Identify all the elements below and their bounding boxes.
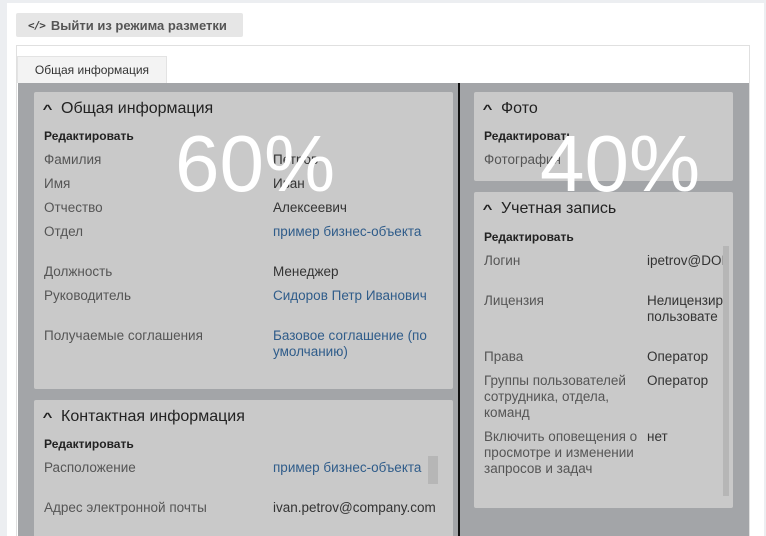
general-info-header[interactable]: ^ Общая информация <box>43 100 214 118</box>
field-label: Включить оповещения о просмотре и измене… <box>484 429 638 476</box>
tab-general-info[interactable]: Общая информация <box>17 56 167 83</box>
photo-edit-link[interactable]: Редактировать <box>484 129 574 143</box>
contact-edit-link[interactable]: Редактировать <box>44 437 134 451</box>
account-header[interactable]: ^ Учетная запись <box>483 200 617 218</box>
photo-card: ^ Фото Редактировать Фотография <box>474 92 733 181</box>
field-label: Руководитель <box>44 288 131 303</box>
chevron-up-icon[interactable]: ^ <box>483 102 493 116</box>
exit-markup-mode-button[interactable]: </> Выйти из режима разметки <box>16 13 243 37</box>
field-label: Фотография <box>484 152 561 167</box>
field-label: Отчество <box>44 200 103 215</box>
field-label: Логин <box>484 253 521 268</box>
field-label: Лицензия <box>484 293 544 308</box>
field-label: Права <box>484 349 524 364</box>
field-label: Фамилия <box>44 152 102 167</box>
exit-markup-mode-label: Выйти из режима разметки <box>50 17 227 33</box>
field-label: Группы пользователей сотрудника, отдела,… <box>484 373 626 420</box>
chevron-up-icon[interactable]: ^ <box>43 410 53 424</box>
general-edit-link[interactable]: Редактировать <box>44 129 134 143</box>
field-label: Отдел <box>44 224 84 239</box>
field-label: Имя <box>44 176 71 191</box>
field-value: Петров <box>273 152 319 167</box>
field-value: ipetrov@DOI <box>647 253 725 268</box>
field-value: Менеджер <box>273 264 339 279</box>
field-value: Нелицензир пользовате <box>647 293 724 324</box>
contact-info-header[interactable]: ^ Контактная информация <box>43 408 245 426</box>
agreements-link[interactable]: Базовое соглашение (по умолчанию) <box>273 328 448 360</box>
department-link[interactable]: пример бизнес-объекта <box>273 224 421 240</box>
chevron-up-icon[interactable]: ^ <box>483 202 493 216</box>
photo-header[interactable]: ^ Фото <box>483 100 538 118</box>
manager-link[interactable]: Сидоров Петр Иванович <box>273 288 427 304</box>
contact-info-card: ^ Контактная информация Редактировать Ра… <box>34 400 453 536</box>
scroll-shadow <box>428 456 438 484</box>
code-icon: </> <box>28 18 46 32</box>
column-divider[interactable] <box>458 83 460 536</box>
general-info-card: ^ Общая информация Редактировать Фамилия… <box>34 92 453 389</box>
photo-title: Фото <box>501 100 538 117</box>
general-info-title: Общая информация <box>61 100 214 117</box>
field-value: Оператор <box>647 373 709 388</box>
account-edit-link[interactable]: Редактировать <box>484 230 574 244</box>
field-value: нет <box>647 429 668 444</box>
field-label: Расположение <box>44 460 136 475</box>
field-label: Должность <box>44 264 113 279</box>
contact-info-title: Контактная информация <box>61 408 245 425</box>
field-value: Оператор <box>647 349 709 364</box>
account-card: ^ Учетная запись Редактировать Логин ipe… <box>474 192 733 508</box>
field-label: Получаемые соглашения <box>44 328 203 343</box>
chevron-up-icon[interactable]: ^ <box>43 102 53 116</box>
field-label: Адрес электронной почты <box>44 500 207 515</box>
location-link[interactable]: пример бизнес-объекта <box>273 460 421 476</box>
field-value: ivan.petrov@company.com <box>273 500 436 515</box>
scroll-shadow <box>723 246 729 496</box>
account-title: Учетная запись <box>501 200 617 217</box>
field-value: Иван <box>273 176 305 191</box>
field-value: Алексеевич <box>273 200 347 215</box>
